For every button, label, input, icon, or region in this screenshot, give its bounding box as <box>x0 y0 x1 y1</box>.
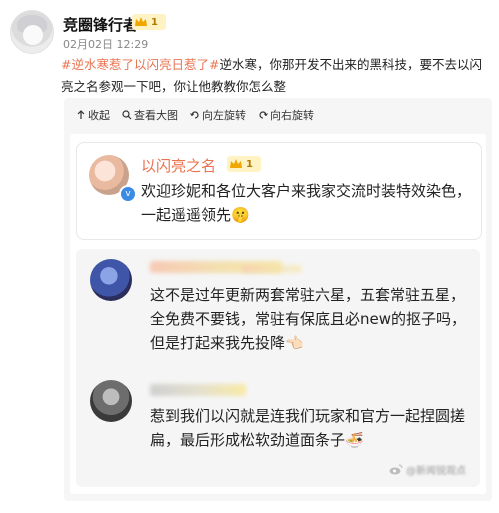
crown-icon <box>230 159 242 168</box>
rotate-right-icon <box>259 111 268 119</box>
post-header: 竞圈锋行者 1 02月02日 12:29 <box>10 10 490 54</box>
collapse-button[interactable]: 收起 <box>76 107 110 123</box>
rotate-right-button[interactable]: 向右旋转 <box>258 107 314 123</box>
crown-icon <box>135 17 147 26</box>
replies-section: 这不是过年更新两套常驻六星，五套常驻五星，全免费不要钱，常驻有保底且必new的抠… <box>76 249 480 487</box>
post-date: 02月02日 <box>63 38 113 51</box>
comment-text: 欢迎珍妮和各位大客户来我家交流时装特效染色，一起遥遥领先🤫 <box>141 182 472 224</box>
image-card: 收起 查看大图 向左旋转 向右旋转 v 以闪亮之名 1 欢迎珍妮和各位大客户来我… <box>64 98 492 501</box>
official-comment: v 以闪亮之名 1 欢迎珍妮和各位大客户来我家交流时装特效染色，一起遥遥领先🤫 <box>76 142 482 240</box>
topic-tag[interactable]: #逆水寒惹了以闪亮日惹了# <box>61 57 219 72</box>
blurred-username-2 <box>150 384 246 396</box>
blurred-badge-1 <box>242 265 302 273</box>
magnify-icon <box>122 110 132 120</box>
avatar-face <box>23 25 43 45</box>
arrow-up-icon <box>77 110 85 119</box>
post-text: #逆水寒惹了以闪亮日惹了#逆水寒，你那开发不出来的黑科技，要不去以闪亮之名参观一… <box>61 54 493 98</box>
author-avatar[interactable] <box>10 10 54 54</box>
post-time: 12:29 <box>116 38 149 51</box>
comment-level-badge: 1 <box>227 156 261 172</box>
weibo-logo-icon <box>389 464 403 475</box>
author-level-badge: 1 <box>132 14 166 30</box>
reply-text-2: 惹到我们以闪就是连我们玩家和官方一起捏圆搓扁，最后形成松软劲道面条子🍜 <box>150 407 466 449</box>
image-toolbar: 收起 查看大图 向左旋转 向右旋转 <box>76 107 314 123</box>
rotate-left-label: 向左旋转 <box>202 109 246 122</box>
comment-author-name: 以闪亮之名 <box>141 157 217 175</box>
screenshot-image[interactable]: v 以闪亮之名 1 欢迎珍妮和各位大客户来我家交流时装特效染色，一起遥遥领先🤫 … <box>70 134 486 494</box>
view-large-label: 查看大图 <box>134 109 178 122</box>
watermark: @新闻锐观点 <box>389 462 466 477</box>
reply-avatar-2 <box>90 380 132 422</box>
verified-icon: v <box>119 185 137 203</box>
rotate-right-label: 向右旋转 <box>270 109 314 122</box>
rotate-left-button[interactable]: 向左旋转 <box>190 107 246 123</box>
post-timestamp: 02月02日 12:29 <box>63 36 148 52</box>
watermark-text: @新闻锐观点 <box>406 466 466 477</box>
reply-text-1: 这不是过年更新两套常驻六星，五套常驻五星，全免费不要钱，常驻有保底且必new的抠… <box>150 286 467 352</box>
collapse-label: 收起 <box>88 109 110 122</box>
view-large-button[interactable]: 查看大图 <box>122 107 178 123</box>
author-name[interactable]: 竞圈锋行者 <box>63 14 138 35</box>
level-number: 1 <box>151 16 158 28</box>
rotate-left-icon <box>190 111 199 119</box>
reply-avatar-1 <box>90 259 132 301</box>
comment-level-number: 1 <box>246 158 253 170</box>
